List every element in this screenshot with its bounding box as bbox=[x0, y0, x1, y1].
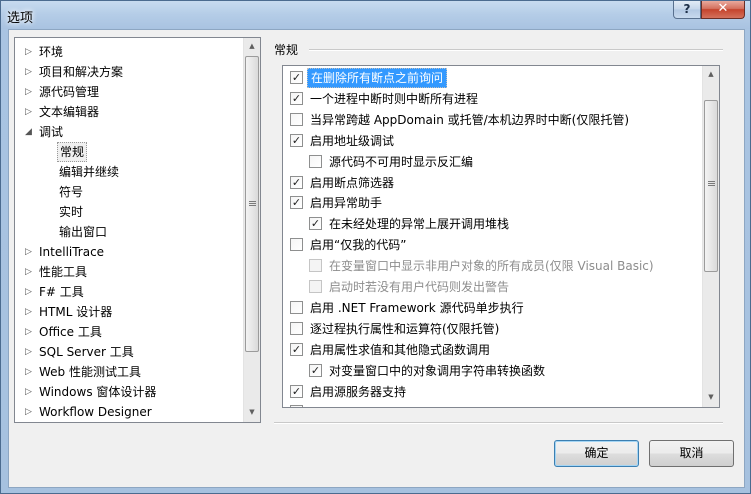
checkbox-checked[interactable]: ✓ bbox=[290, 175, 303, 189]
option-label: 启动时若没有用户代码则发出警告 bbox=[329, 280, 510, 294]
scrollbar-thumb[interactable] bbox=[704, 100, 718, 272]
expand-arrow-icon[interactable]: ▷ bbox=[25, 242, 35, 262]
checkbox-unchecked[interactable] bbox=[290, 300, 303, 314]
tree-item-label: 环境 bbox=[39, 45, 64, 59]
tree-item-label: 文本编辑器 bbox=[39, 105, 100, 119]
expand-arrow-icon[interactable]: ▷ bbox=[25, 262, 35, 282]
option-label: 源代码不可用时显示反汇编 bbox=[329, 154, 474, 169]
checkbox-checked[interactable]: ✓ bbox=[309, 217, 322, 231]
expand-arrow-icon[interactable]: ▷ bbox=[25, 362, 35, 382]
tree-item-label: F# 工具 bbox=[39, 285, 84, 299]
options-scrollbar[interactable]: ▲ ▼ bbox=[702, 66, 719, 407]
ok-button[interactable]: 确定 bbox=[554, 440, 639, 467]
tree-item-label: Workflow Designer bbox=[39, 405, 152, 419]
options-dialog: 选项 ? ✕ ▷ 环境 ▷ 项目和解决方案 ▷ 源代码管理 ▷ 文本编辑器 ◢ 调试 常规 编辑并继续… bbox=[0, 0, 751, 494]
tree-item-label: HTML 设计器 bbox=[39, 305, 113, 319]
cancel-button[interactable]: 取消 bbox=[649, 440, 734, 467]
checkbox-checked[interactable]: ✓ bbox=[290, 342, 303, 356]
checkbox-checked[interactable]: ✓ bbox=[309, 363, 322, 377]
close-button[interactable]: ✕ bbox=[701, 1, 745, 19]
scroll-up-arrow-icon[interactable]: ▲ bbox=[244, 38, 260, 54]
scrollbar-thumb[interactable] bbox=[245, 56, 259, 352]
scroll-down-arrow-icon[interactable]: ▼ bbox=[244, 404, 260, 420]
section-divider bbox=[309, 49, 723, 51]
option-label: 启用属性求值和其他隐式函数调用 bbox=[310, 342, 491, 357]
expand-arrow-icon[interactable]: ▷ bbox=[25, 322, 35, 342]
checkbox-checked[interactable]: ✓ bbox=[290, 71, 303, 84]
section-title: 常规 bbox=[274, 43, 299, 57]
scroll-up-arrow-icon[interactable]: ▲ bbox=[703, 66, 719, 82]
tree-scrollbar[interactable]: ▲ ▼ bbox=[243, 38, 260, 422]
tree-item-label: 编辑并继续 bbox=[59, 165, 120, 179]
option-label: 在未经处理的异常上展开调用堆栈 bbox=[329, 217, 510, 232]
title-bar[interactable]: 选项 ? ✕ bbox=[1, 1, 750, 29]
option-label: 启用地址级调试 bbox=[310, 133, 395, 148]
checkbox-checked[interactable]: ✓ bbox=[290, 133, 303, 147]
checkbox-unchecked[interactable] bbox=[290, 238, 303, 252]
expand-arrow-icon[interactable]: ▷ bbox=[25, 62, 35, 82]
option-label: 启用“仅我的代码” bbox=[310, 238, 407, 253]
option-label: 启用断点筛选器 bbox=[310, 175, 395, 190]
tree-item-label: IntelliTrace bbox=[39, 245, 105, 259]
option-label: 当异常跨越 AppDomain 或托管/本机边界时中断(仅限托管) bbox=[310, 112, 630, 127]
expand-arrow-icon[interactable]: ▷ bbox=[25, 82, 35, 102]
checkbox-unchecked[interactable] bbox=[290, 405, 303, 407]
tree-item-label: Windows 窗体设计器 bbox=[39, 385, 157, 399]
expand-arrow-icon[interactable]: ▷ bbox=[25, 42, 35, 62]
checkbox-unchecked[interactable] bbox=[290, 321, 303, 335]
option-label: 启用 .NET Framework 源代码单步执行 bbox=[310, 300, 524, 315]
checkbox-unchecked bbox=[309, 280, 322, 293]
tree-item-label: 项目和解决方案 bbox=[39, 65, 124, 79]
option-label: 在变量窗口中显示非用户对象的所有成员(仅限 Visual Basic) bbox=[329, 259, 654, 274]
options-tree: ▷ 环境 ▷ 项目和解决方案 ▷ 源代码管理 ▷ 文本编辑器 ◢ 调试常规编辑并继续符号实时输出窗… bbox=[14, 37, 261, 423]
expand-arrow-icon[interactable]: ▷ bbox=[25, 402, 35, 422]
tree-item-label: 输出窗口 bbox=[59, 225, 108, 239]
tree-item-label: 源代码管理 bbox=[39, 85, 100, 99]
expand-arrow-icon[interactable]: ▷ bbox=[25, 302, 35, 322]
expand-arrow-icon[interactable]: ▷ bbox=[25, 102, 35, 122]
checkbox-checked[interactable]: ✓ bbox=[290, 384, 303, 398]
tree-item-label: 符号 bbox=[59, 185, 84, 199]
expand-arrow-icon[interactable]: ▷ bbox=[25, 382, 35, 402]
tree-item-label: 实时 bbox=[59, 205, 84, 219]
checkbox-unchecked[interactable] bbox=[309, 154, 322, 168]
option-label: 启用源服务器支持 bbox=[310, 384, 407, 399]
collapse-arrow-icon[interactable]: ◢ bbox=[25, 122, 35, 142]
tree-item-label: SQL Server 工具 bbox=[39, 345, 134, 359]
checkbox-unchecked bbox=[309, 259, 322, 273]
option-label: 启用异常助手 bbox=[310, 196, 383, 211]
tree-item-label: 常规 bbox=[57, 142, 88, 162]
tree-item-label: Office 工具 bbox=[39, 325, 102, 339]
help-button[interactable]: ? bbox=[673, 1, 701, 19]
option-label: 一个进程中断时则中断所有进程 bbox=[310, 91, 479, 106]
option-label: 在删除所有断点之前询问 bbox=[307, 68, 448, 88]
tree-item-label: Web 性能测试工具 bbox=[39, 365, 141, 379]
options-list: ✓ 在删除所有断点之前询问 ✓ 一个进程中断时则中断所有进程当异常跨越 AppDoma… bbox=[282, 65, 720, 408]
scroll-down-arrow-icon[interactable]: ▼ bbox=[703, 389, 719, 405]
expand-arrow-icon[interactable]: ▷ bbox=[25, 342, 35, 362]
expand-arrow-icon[interactable]: ▷ bbox=[25, 282, 35, 302]
checkbox-checked[interactable]: ✓ bbox=[290, 196, 303, 210]
dialog-body: ▷ 环境 ▷ 项目和解决方案 ▷ 源代码管理 ▷ 文本编辑器 ◢ 调试 常规 编辑并继续 符号 实时 输出窗… bbox=[8, 29, 745, 488]
tree-item-label: 调试 bbox=[39, 125, 64, 139]
tree-item-label: 性能工具 bbox=[39, 265, 88, 279]
bottom-divider bbox=[274, 422, 723, 424]
checkbox-checked[interactable]: ✓ bbox=[290, 91, 303, 105]
option-label: 对变量窗口中的对象调用字符串转换函数 bbox=[329, 363, 546, 378]
checkbox-unchecked[interactable] bbox=[290, 112, 303, 126]
option-label: 逐过程执行属性和运算符(仅限托管) bbox=[310, 321, 500, 336]
window-title: 选项 bbox=[7, 11, 34, 26]
